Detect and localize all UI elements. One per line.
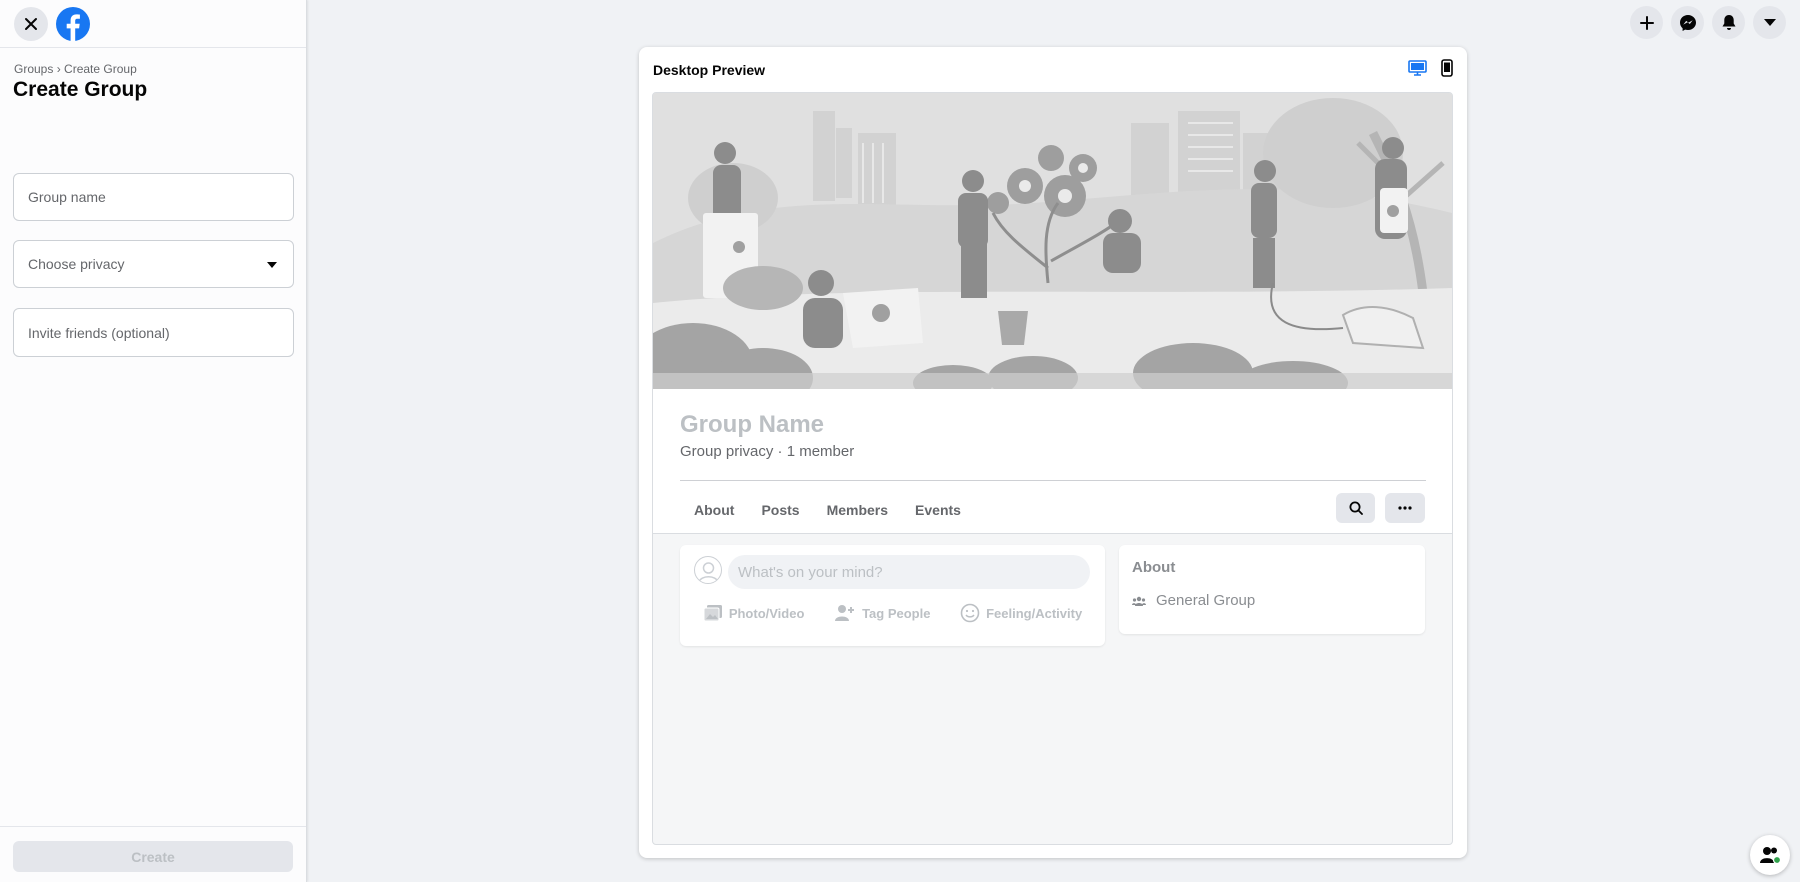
group-name-preview: Group Name	[680, 411, 825, 438]
cover-illustration	[653, 93, 1452, 389]
new-chat-button[interactable]	[1750, 835, 1790, 875]
composer-input[interactable]: What's on your mind?	[728, 555, 1090, 589]
caret-down-icon	[267, 262, 277, 268]
invite-friends-field[interactable]	[13, 308, 294, 357]
composer-actions: Photo/Video Tag People Feeling/Activity	[680, 603, 1105, 623]
group-name-field[interactable]	[13, 173, 294, 221]
sidebar-footer: Create	[0, 826, 306, 882]
feeling-activity-label: Feeling/Activity	[986, 605, 1083, 621]
group-more-button[interactable]	[1385, 493, 1425, 523]
feeling-activity-button[interactable]: Feeling/Activity	[960, 603, 1082, 623]
privacy-select-label: Choose privacy	[28, 256, 125, 272]
tag-people-icon	[835, 605, 855, 621]
tag-people-label: Tag People	[862, 605, 931, 621]
feeling-icon	[960, 603, 980, 623]
group-tabs: About Posts Members Events	[694, 502, 961, 518]
photo-icon	[703, 605, 722, 622]
search-icon	[1349, 501, 1363, 515]
tab-members[interactable]: Members	[827, 502, 888, 518]
breadcrumb-groups-link[interactable]: Groups	[14, 62, 53, 76]
avatar-icon	[694, 556, 722, 584]
group-preview-frame: Group Name Group privacy · 1 member Abou…	[652, 92, 1453, 845]
messenger-button[interactable]	[1671, 6, 1704, 39]
sidebar-top-bar	[0, 0, 306, 48]
desktop-icon[interactable]	[1408, 60, 1427, 76]
invite-friends-input[interactable]	[28, 324, 293, 341]
close-icon	[25, 17, 37, 30]
plus-icon	[1639, 15, 1654, 30]
caret-down-icon	[1763, 18, 1776, 26]
privacy-select[interactable]: Choose privacy	[13, 240, 294, 288]
top-right-controls	[1630, 6, 1786, 39]
notifications-button[interactable]	[1712, 6, 1745, 39]
preview-title: Desktop Preview	[653, 62, 766, 78]
desktop-preview-card: Desktop Preview Group Name Group privacy…	[639, 47, 1467, 858]
tab-events[interactable]: Events	[915, 502, 961, 518]
header-divider	[680, 480, 1426, 481]
bell-icon	[1722, 15, 1735, 30]
create-button[interactable]: Create	[13, 841, 293, 872]
group-privacy-meta: Group privacy · 1 member	[680, 443, 855, 460]
group-search-button[interactable]	[1336, 493, 1375, 523]
chat-people-icon	[1760, 847, 1781, 864]
tab-about[interactable]: About	[694, 502, 734, 518]
breadcrumb-separator: ›	[56, 62, 61, 76]
page-title: Create Group	[13, 78, 148, 101]
messenger-icon	[1679, 14, 1696, 31]
close-button[interactable]	[14, 6, 48, 41]
group-name-input[interactable]	[28, 189, 293, 205]
group-type-label: General Group	[1156, 592, 1256, 609]
photo-video-button[interactable]: Photo/Video	[703, 603, 805, 623]
breadcrumb-current: Create Group	[64, 62, 137, 76]
account-menu-button[interactable]	[1753, 6, 1786, 39]
breadcrumb: Groups › Create Group	[14, 62, 306, 76]
about-card: About General Group	[1119, 545, 1425, 634]
create-group-sidebar: Groups › Create Group Create Group Choos…	[0, 0, 307, 882]
group-header: Group Name Group privacy · 1 member Abou…	[653, 389, 1452, 534]
tag-people-button[interactable]: Tag People	[834, 603, 930, 623]
mobile-icon[interactable]	[1441, 59, 1453, 77]
group-icon	[1132, 596, 1146, 606]
facebook-logo-icon[interactable]	[56, 6, 90, 41]
about-card-title: About	[1132, 559, 1176, 576]
tab-posts[interactable]: Posts	[761, 502, 799, 518]
group-type-row: General Group	[1132, 592, 1255, 609]
create-menu-button[interactable]	[1630, 6, 1663, 39]
photo-video-label: Photo/Video	[728, 605, 805, 621]
more-icon	[1398, 506, 1412, 510]
post-composer: What's on your mind? Photo/Video Tag Peo…	[680, 545, 1105, 646]
